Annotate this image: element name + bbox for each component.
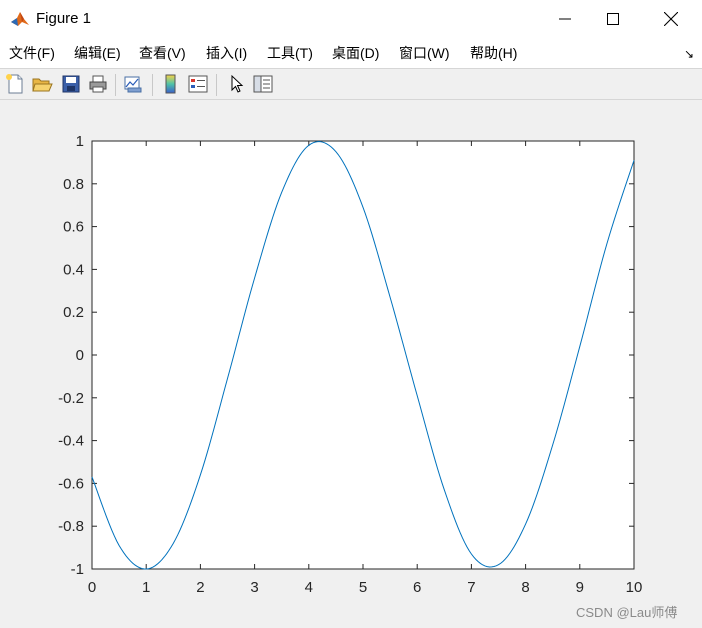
y-tick-label: 0.4 bbox=[63, 261, 84, 278]
colorbar-icon[interactable] bbox=[160, 73, 182, 95]
line-plot[interactable]: 0 1 2 3 4 5 6 7 8 9 10 -1 -0.8 -0.6 -0.4 -0.2 0 0.2 0.4 0.6… bbox=[0, 100, 702, 628]
toolbar-separator bbox=[216, 74, 217, 96]
menu-desktop[interactable]: 桌面(D) bbox=[332, 44, 379, 62]
pointer-icon[interactable] bbox=[225, 73, 247, 95]
toolbar-separator bbox=[152, 74, 153, 96]
menu-edit[interactable]: 编辑(E) bbox=[74, 44, 121, 62]
x-tick-label: 1 bbox=[142, 579, 150, 596]
x-tick-label: 0 bbox=[88, 579, 96, 596]
csdn-watermark: CSDN @Lau师傅 bbox=[576, 605, 678, 620]
menu-help[interactable]: 帮助(H) bbox=[470, 44, 517, 62]
minimize-icon bbox=[559, 18, 571, 20]
x-tick-label: 8 bbox=[521, 579, 529, 596]
close-button[interactable] bbox=[648, 0, 694, 38]
toolbar-separator bbox=[115, 74, 116, 96]
title-bar[interactable]: Figure 1 bbox=[0, 0, 702, 38]
dock-arrow-icon[interactable]: ↘ bbox=[684, 47, 694, 61]
x-tick-label: 6 bbox=[413, 579, 421, 596]
x-tick-label: 2 bbox=[196, 579, 204, 596]
y-tick-label: 1 bbox=[76, 133, 84, 150]
menu-insert[interactable]: 插入(I) bbox=[206, 44, 247, 62]
property-editor-icon[interactable] bbox=[252, 73, 274, 95]
menu-window[interactable]: 窗口(W) bbox=[399, 44, 450, 62]
figure-toolbar bbox=[0, 68, 702, 100]
y-tick-label: -0.8 bbox=[58, 518, 84, 535]
figure-canvas: 0 1 2 3 4 5 6 7 8 9 10 -1 -0.8 -0.6 -0.4 -0.2 0 0.2 0.4 0.6… bbox=[0, 100, 702, 628]
x-tick-label: 9 bbox=[576, 579, 584, 596]
y-tick-label: 0.8 bbox=[63, 176, 84, 193]
figure-window: Figure 1 文件(F) 编辑(E) 查看(V) 插入(I) 工具(T) 桌… bbox=[0, 0, 702, 628]
y-tick-label: -0.4 bbox=[58, 433, 84, 450]
x-tick-label: 10 bbox=[626, 579, 643, 596]
new-figure-icon[interactable] bbox=[4, 73, 26, 95]
y-tick-label: -0.2 bbox=[58, 390, 84, 407]
print-icon[interactable] bbox=[87, 73, 109, 95]
menu-tools[interactable]: 工具(T) bbox=[267, 44, 313, 62]
menu-file[interactable]: 文件(F) bbox=[9, 44, 55, 62]
x-tick-label: 4 bbox=[305, 579, 313, 596]
y-tick-label: 0.6 bbox=[63, 219, 84, 236]
open-file-icon[interactable] bbox=[31, 73, 53, 95]
x-tick-label: 3 bbox=[250, 579, 258, 596]
minimize-button[interactable] bbox=[542, 0, 588, 38]
matlab-logo-icon bbox=[10, 9, 30, 29]
y-tick-label: -0.6 bbox=[58, 475, 84, 492]
y-tick-label: 0 bbox=[76, 347, 84, 364]
y-tick-label: 0.2 bbox=[63, 304, 84, 321]
x-tick-label: 7 bbox=[467, 579, 475, 596]
save-icon[interactable] bbox=[60, 73, 82, 95]
close-icon bbox=[664, 12, 678, 26]
menu-bar: 文件(F) 编辑(E) 查看(V) 插入(I) 工具(T) 桌面(D) 窗口(W… bbox=[0, 38, 702, 68]
maximize-button[interactable] bbox=[590, 0, 636, 38]
x-tick-label: 5 bbox=[359, 579, 367, 596]
window-title: Figure 1 bbox=[36, 10, 92, 27]
y-tick-label: -1 bbox=[71, 561, 84, 578]
axes-background bbox=[91, 140, 635, 570]
menu-view[interactable]: 查看(V) bbox=[139, 44, 186, 62]
maximize-icon bbox=[607, 13, 619, 25]
link-plot-icon[interactable] bbox=[122, 73, 144, 95]
legend-icon[interactable] bbox=[187, 73, 209, 95]
